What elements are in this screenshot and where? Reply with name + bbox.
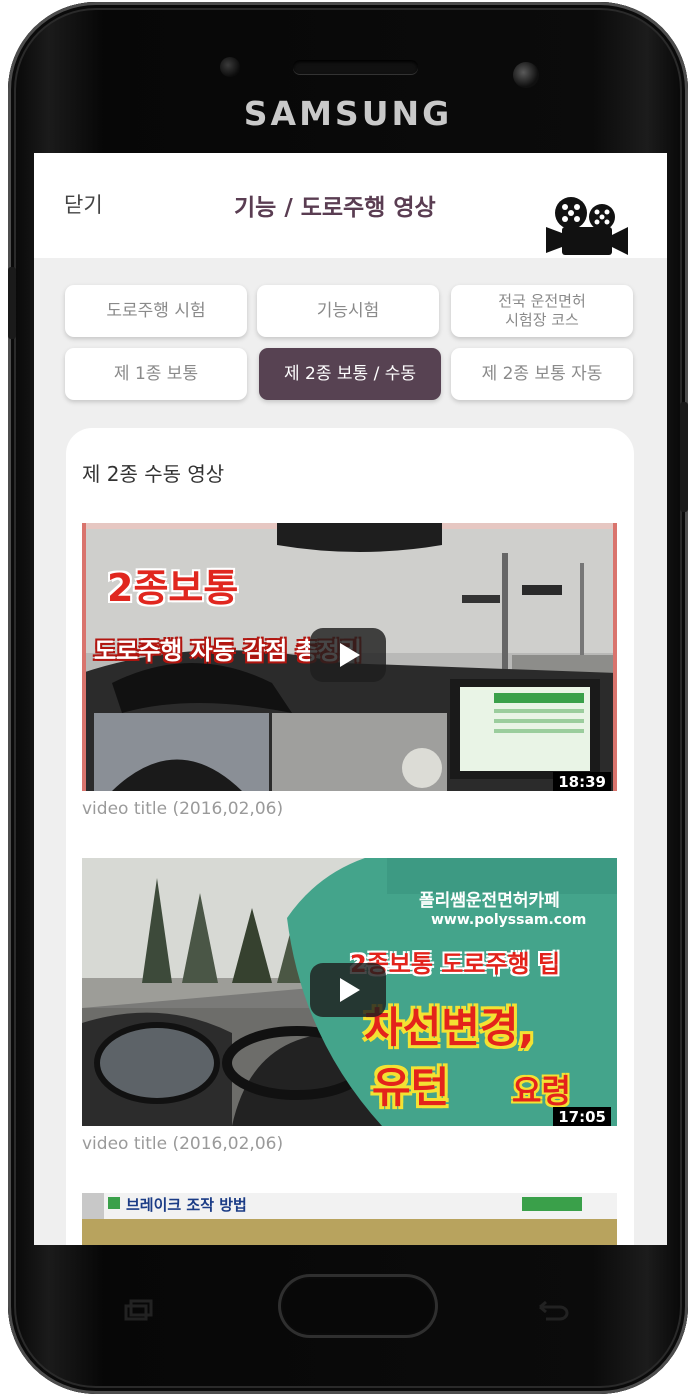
app-screen: 닫기 기능 / 도로주행 영상 도로주행 시험 기능시험 전국 운전면허 시험장… — [34, 153, 667, 1245]
close-button[interactable]: 닫기 — [64, 189, 103, 219]
tab-road-driving-test[interactable]: 도로주행 시험 — [65, 285, 247, 337]
sensor-icon — [220, 57, 240, 77]
thumbnail-tag: 브레이크 조작 방법 — [126, 1196, 247, 1214]
thumbnail-line-2: 차선변경, — [364, 1003, 535, 1052]
thumbnail-headline: 2종보통 — [107, 566, 239, 610]
play-button[interactable] — [310, 628, 386, 682]
front-camera-icon — [513, 62, 539, 88]
video-duration: 18:39 — [553, 772, 611, 791]
earpiece-speaker — [293, 60, 418, 74]
device-brand: SAMSUNG — [243, 94, 453, 133]
channel-url: www.polyssam.com — [431, 912, 587, 928]
section-title: 제 2종 수동 영상 — [82, 462, 225, 486]
power-button — [680, 402, 688, 512]
video-thumbnail[interactable]: 브레이크 조작 방법 — [82, 1193, 617, 1245]
tab-class1-regular[interactable]: 제 1종 보통 — [65, 348, 247, 400]
video-thumbnail[interactable]: 2종보통 도로주행 자동 감점 총정리 18:39 — [82, 523, 617, 791]
tab-class2-auto[interactable]: 제 2종 보통 자동 — [451, 348, 633, 400]
page-title: 기능 / 도로주행 영상 — [234, 195, 436, 221]
tab-function-test[interactable]: 기능시험 — [257, 285, 439, 337]
home-button[interactable] — [278, 1274, 438, 1338]
video-caption: video title (2016,02,06) — [82, 1134, 284, 1154]
video-item[interactable]: 2종보통 도로주행 자동 감점 총정리 18:39 video title (2… — [82, 523, 617, 819]
channel-brand: 폴리쌤운전면허카페 — [419, 891, 560, 911]
thumbnail-line-3: 유턴 — [372, 1063, 450, 1112]
video-list-card: 제 2종 수동 영상 2종보통 도로주행 자동 감점 총정리 18:39 vid… — [66, 428, 634, 1245]
recent-apps-icon[interactable] — [124, 1295, 154, 1328]
back-icon[interactable] — [536, 1295, 570, 1328]
video-caption: video title (2016,02,06) — [82, 799, 284, 819]
movie-camera-icon — [544, 193, 630, 259]
top-bar: 닫기 기능 / 도로주행 영상 — [34, 153, 667, 258]
video-duration: 17:05 — [553, 1107, 611, 1126]
play-button[interactable] — [310, 963, 386, 1017]
thumbnail-line-3b: 요령 — [512, 1072, 571, 1110]
video-item[interactable]: 브레이크 조작 방법 — [82, 1193, 617, 1245]
video-thumbnail[interactable]: 폴리쌤운전면허카페 www.polyssam.com 2종보통 도로주행 팁 차… — [82, 858, 617, 1126]
video-item[interactable]: 폴리쌤운전면허카페 www.polyssam.com 2종보통 도로주행 팁 차… — [82, 858, 617, 1154]
volume-button — [8, 267, 16, 339]
tab-national-test-courses[interactable]: 전국 운전면허 시험장 코스 — [451, 285, 633, 337]
tab-class2-manual[interactable]: 제 2종 보통 / 수동 — [259, 348, 441, 400]
